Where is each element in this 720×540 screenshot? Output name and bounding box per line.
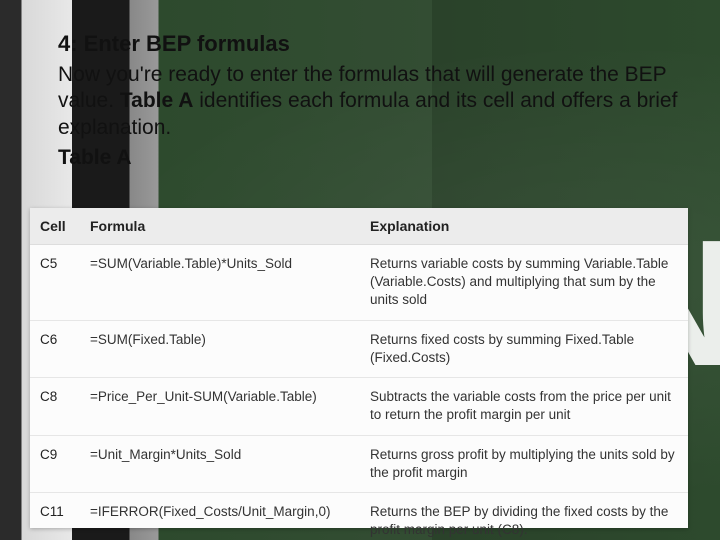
cell-ref: C8 <box>30 378 80 435</box>
cell-explanation: Returns fixed costs by summing Fixed.Tab… <box>360 320 688 377</box>
slide-heading: 4: Enter BEP formulas <box>58 30 680 58</box>
col-header-explanation: Explanation <box>360 208 688 245</box>
cell-explanation: Returns variable costs by summing Variab… <box>360 245 688 321</box>
slide-text-block: 4: Enter BEP formulas Now you're ready t… <box>58 30 680 188</box>
col-header-formula: Formula <box>80 208 360 245</box>
cell-explanation: Returns the BEP by dividing the fixed co… <box>360 492 688 540</box>
cell-formula: =IFERROR(Fixed_Costs/Unit_Margin,0) <box>80 492 360 540</box>
slide-paragraph: Now you're ready to enter the formulas t… <box>58 62 680 143</box>
table-header-row: Cell Formula Explanation <box>30 208 688 245</box>
table-row: C8 =Price_Per_Unit-SUM(Variable.Table) S… <box>30 378 688 435</box>
cell-formula: =SUM(Variable.Table)*Units_Sold <box>80 245 360 321</box>
cell-formula: =SUM(Fixed.Table) <box>80 320 360 377</box>
table-row: C9 =Unit_Margin*Units_Sold Returns gross… <box>30 435 688 492</box>
formula-table-container: Cell Formula Explanation C5 =SUM(Variabl… <box>30 208 688 528</box>
cell-ref: C5 <box>30 245 80 321</box>
paragraph-bold: Table A <box>120 89 194 112</box>
table-row: C5 =SUM(Variable.Table)*Units_Sold Retur… <box>30 245 688 321</box>
col-header-cell: Cell <box>30 208 80 245</box>
cell-ref: C9 <box>30 435 80 492</box>
cell-explanation: Returns gross profit by multiplying the … <box>360 435 688 492</box>
formula-table: Cell Formula Explanation C5 =SUM(Variabl… <box>30 208 688 540</box>
cell-explanation: Subtracts the variable costs from the pr… <box>360 378 688 435</box>
cell-ref: C11 <box>30 492 80 540</box>
cell-formula: =Price_Per_Unit-SUM(Variable.Table) <box>80 378 360 435</box>
table-row: C11 =IFERROR(Fixed_Costs/Unit_Margin,0) … <box>30 492 688 540</box>
table-label: Table A <box>58 146 680 170</box>
cell-ref: C6 <box>30 320 80 377</box>
table-row: C6 =SUM(Fixed.Table) Returns fixed costs… <box>30 320 688 377</box>
cell-formula: =Unit_Margin*Units_Sold <box>80 435 360 492</box>
